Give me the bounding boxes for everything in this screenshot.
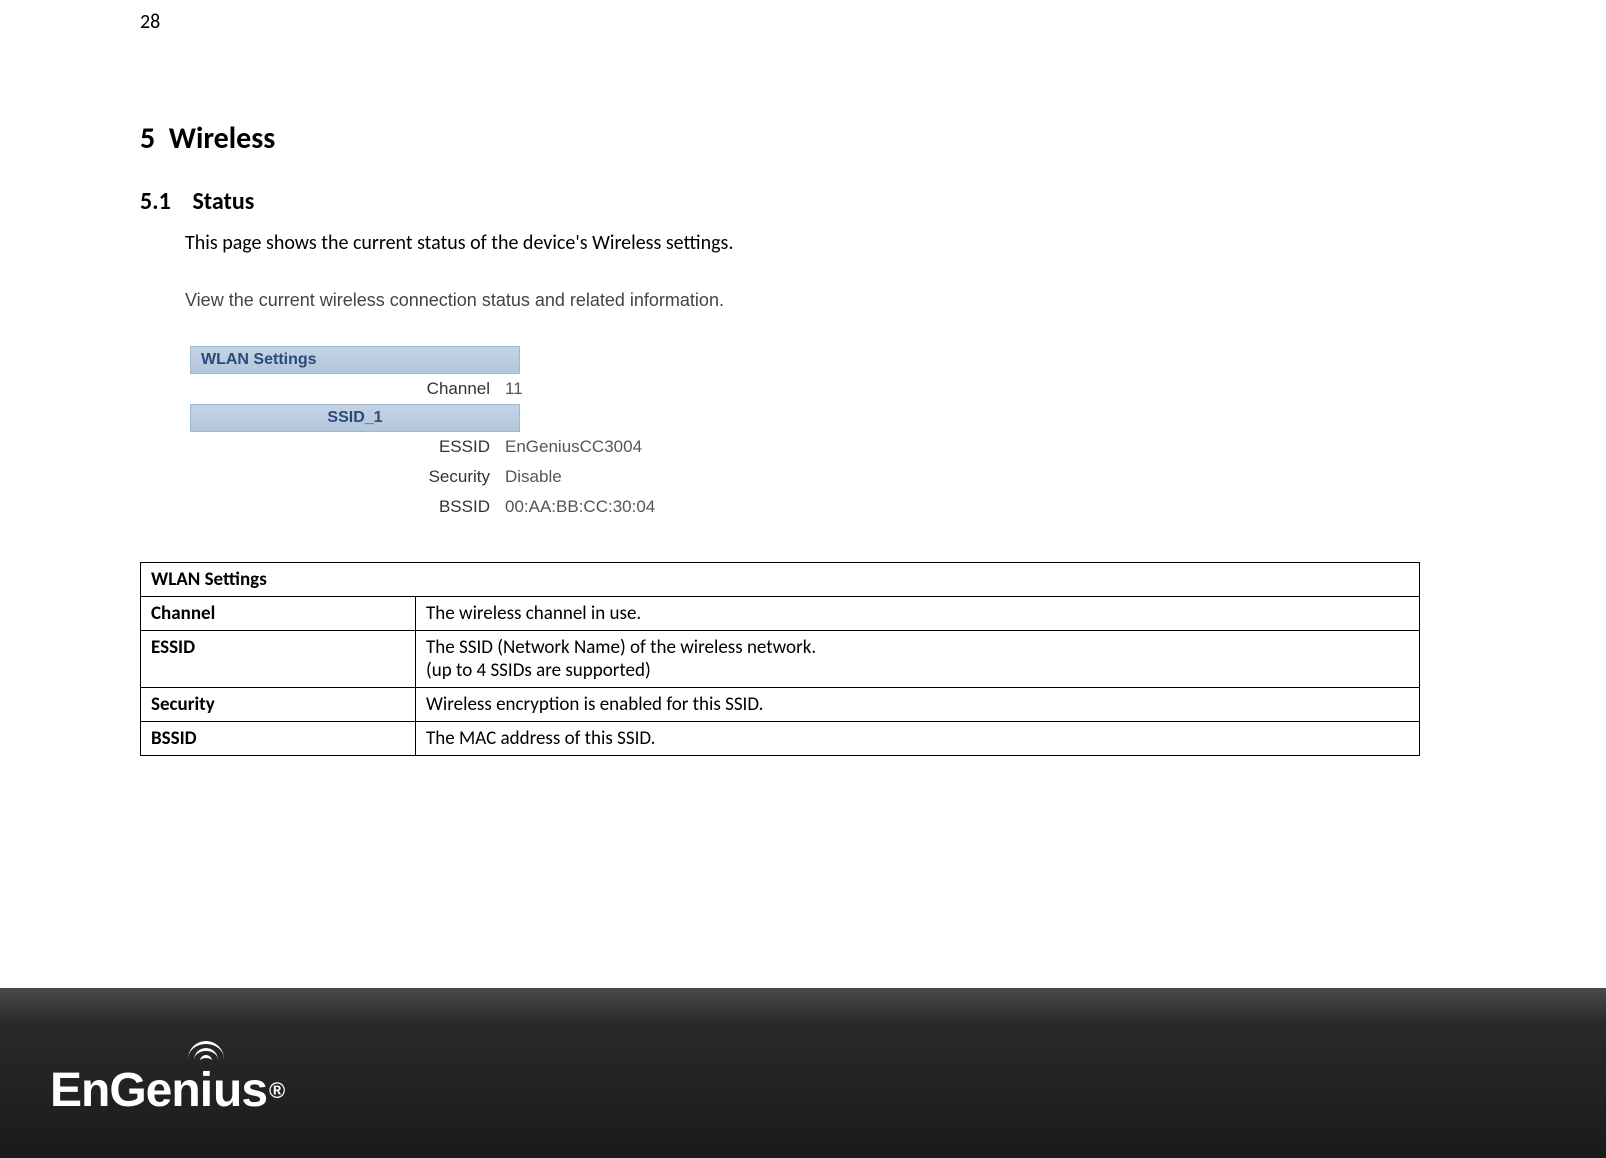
chapter-number: 5 [140, 120, 155, 157]
bssid-row: BSSID 00:AA:BB:CC:30:04 [190, 492, 790, 522]
table-row: Channel The wireless channel in use. [141, 597, 1420, 631]
security-row: Security Disable [190, 462, 790, 492]
table-row: Security Wireless encryption is enabled … [141, 688, 1420, 722]
section-heading: 5.1 Status [140, 187, 1466, 216]
channel-value: 11 [505, 379, 523, 399]
chapter-title: Wireless [169, 120, 275, 157]
desc-essid-value: The SSID (Network Name) of the wireless … [416, 631, 1420, 688]
security-label: Security [190, 467, 505, 487]
footer-bar: EnGeni us® [0, 988, 1606, 1158]
section-number: 5.1 [140, 187, 171, 216]
logo-registered: ® [269, 1078, 285, 1104]
chapter-heading: 5 Wireless [140, 120, 1466, 157]
desc-table-header: WLAN Settings [141, 563, 1420, 597]
logo-i-with-wifi: i [200, 1063, 213, 1118]
section-title: Status [192, 187, 254, 216]
intro-text: This page shows the current status of th… [185, 231, 1466, 255]
page-number: 28 [140, 10, 160, 34]
channel-label: Channel [190, 379, 505, 399]
desc-bssid-label: BSSID [141, 722, 416, 756]
desc-security-label: Security [141, 688, 416, 722]
essid-row: ESSID EnGeniusCC3004 [190, 432, 790, 462]
essid-label: ESSID [190, 437, 505, 457]
table-row: BSSID The MAC address of this SSID. [141, 722, 1420, 756]
description-table: WLAN Settings Channel The wireless chann… [140, 562, 1420, 756]
table-row: ESSID The SSID (Network Name) of the wir… [141, 631, 1420, 688]
desc-bssid-value: The MAC address of this SSID. [416, 722, 1420, 756]
channel-row: Channel 11 [190, 374, 790, 404]
engenius-logo: EnGeni us® [50, 1063, 285, 1118]
ssid-header: SSID_1 [190, 404, 520, 432]
panel-description: View the current wireless connection sta… [185, 290, 1466, 311]
wifi-icon [186, 1041, 226, 1066]
wlan-settings-panel: WLAN Settings Channel 11 SSID_1 ESSID En… [190, 346, 790, 522]
logo-text-part1: EnGen [50, 1063, 200, 1118]
bssid-value: 00:AA:BB:CC:30:04 [505, 497, 655, 517]
wlan-settings-header: WLAN Settings [190, 346, 520, 374]
desc-essid-label: ESSID [141, 631, 416, 688]
main-content: 5 Wireless 5.1 Status This page shows th… [140, 120, 1466, 756]
essid-value: EnGeniusCC3004 [505, 437, 642, 457]
logo-text-part2: us [213, 1063, 267, 1118]
desc-channel-label: Channel [141, 597, 416, 631]
desc-security-value: Wireless encryption is enabled for this … [416, 688, 1420, 722]
desc-channel-value: The wireless channel in use. [416, 597, 1420, 631]
security-value: Disable [505, 467, 562, 487]
bssid-label: BSSID [190, 497, 505, 517]
